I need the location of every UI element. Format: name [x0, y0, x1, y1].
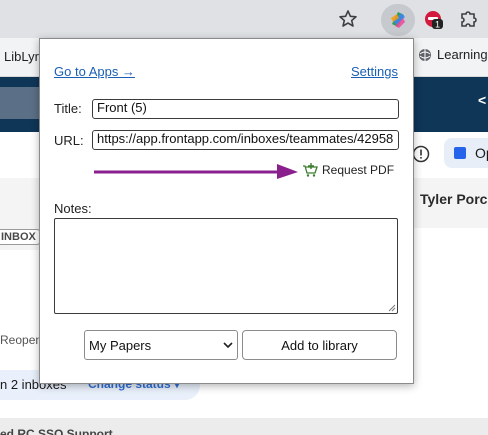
inbox-tag: INBOX	[0, 229, 40, 245]
title-input[interactable]: Front (5)	[92, 99, 399, 119]
paperpile-extension-icon	[391, 12, 405, 28]
bookmark-star-icon[interactable]	[338, 9, 358, 29]
request-pdf-button[interactable]: Request PDF	[302, 162, 394, 178]
extensions-puzzle-icon[interactable]	[458, 8, 480, 30]
url-label: URL:	[54, 133, 84, 148]
extension-badge-count: 1	[435, 20, 440, 30]
request-pdf-label: Request PDF	[322, 163, 395, 177]
extension-button-active[interactable]	[381, 4, 415, 36]
library-folder-value: My Papers	[89, 337, 152, 353]
assignee-name: Tyler Porc	[420, 191, 488, 207]
url-input[interactable]: https://app.frontapp.com/inboxes/teammat…	[92, 130, 399, 150]
title-label: Title:	[54, 101, 82, 116]
screenshot: 1 LibLyr Learning < Op Tyler Porc INBOX …	[0, 0, 488, 435]
resize-grip-icon[interactable]	[387, 303, 396, 312]
globe-icon	[419, 48, 431, 61]
red-extension-icon[interactable]: 1	[423, 9, 443, 29]
bookmark-learning[interactable]: Learning	[418, 47, 488, 62]
cart-plus-icon	[303, 163, 318, 177]
app-header-nav-char[interactable]: <	[478, 92, 486, 108]
add-to-library-button[interactable]: Add to library	[242, 330, 397, 360]
notes-label: Notes:	[54, 201, 92, 216]
paperpile-popup: Go to Apps → Settings Title: Front (5) U…	[39, 38, 414, 384]
go-to-apps-link[interactable]: Go to Apps →	[54, 64, 135, 79]
settings-link[interactable]: Settings	[351, 64, 398, 79]
reopen-text: Reopen	[0, 333, 43, 347]
notes-textarea[interactable]	[54, 218, 398, 314]
alert-icon[interactable]	[412, 145, 430, 163]
status-pill[interactable]: Op	[444, 138, 488, 168]
chevron-down-icon	[223, 342, 233, 349]
status-square-icon	[454, 147, 466, 159]
status-pill-label: Op	[475, 145, 488, 161]
app-header-strip	[0, 87, 40, 119]
annotation-arrow	[94, 164, 298, 179]
bottom-row-text: ed RC SSO Support	[0, 427, 113, 435]
bookmark-liblyr[interactable]: LibLyr	[4, 49, 39, 64]
bookmark-learning-label: Learning	[437, 47, 488, 62]
library-folder-select[interactable]: My Papers	[84, 330, 238, 360]
